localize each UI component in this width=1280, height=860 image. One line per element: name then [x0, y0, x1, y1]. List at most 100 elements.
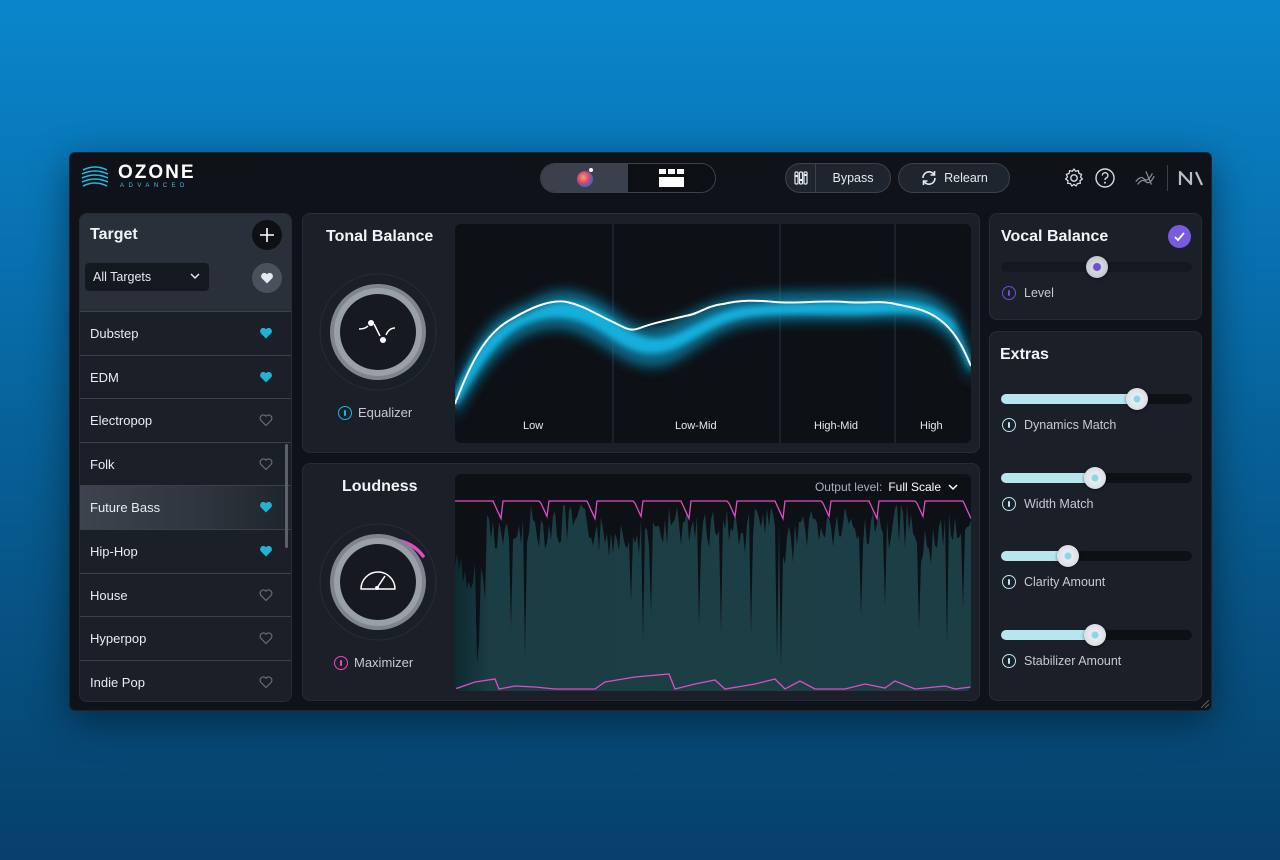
faders-icon [793, 171, 808, 185]
favorite-heart-outline-icon[interactable] [259, 675, 273, 689]
target-item[interactable]: Hyperpop [80, 617, 291, 661]
target-title: Target [90, 226, 138, 243]
vocal-balance-title: Vocal Balance [1001, 228, 1109, 245]
target-item[interactable]: Folk [80, 442, 291, 487]
favorite-heart-outline-icon[interactable] [259, 457, 273, 471]
favorite-heart-filled-icon[interactable] [259, 544, 273, 558]
bypass-button[interactable]: Bypass [816, 171, 890, 185]
resize-grip-icon[interactable] [1201, 700, 1209, 708]
extras-slider-thumb[interactable] [1125, 388, 1148, 410]
extras-power-icon[interactable] [1002, 575, 1016, 589]
view-toggle [540, 163, 716, 193]
target-item-label: House [90, 587, 128, 603]
favorite-heart-filled-icon[interactable] [259, 326, 273, 340]
equalizer-knob[interactable] [318, 272, 438, 392]
vocal-balance-enable-checkbox[interactable] [1168, 225, 1191, 248]
extras-slider-thumb[interactable] [1056, 545, 1079, 567]
assistant-view-button[interactable] [541, 164, 628, 192]
extras-slider[interactable] [1001, 623, 1192, 646]
settings-gear-icon[interactable] [1062, 166, 1086, 190]
extras-slider-thumb[interactable] [1083, 466, 1106, 489]
maximizer-toggle[interactable]: Maximizer [334, 655, 413, 670]
vocal-level-label: Level [1024, 286, 1054, 300]
ni-logo-icon[interactable] [1176, 166, 1206, 190]
output-level-dropdown[interactable]: Output level: Full Scale [815, 480, 959, 494]
favorite-heart-outline-icon[interactable] [259, 631, 273, 645]
extras-power-icon[interactable] [1002, 653, 1016, 668]
plus-icon [260, 228, 274, 242]
target-item-label: Dubstep [90, 326, 139, 341]
help-icon[interactable] [1093, 166, 1117, 190]
target-item[interactable]: House [80, 573, 291, 618]
heart-icon [261, 272, 273, 284]
target-item[interactable]: Future Bass [80, 486, 291, 530]
gain-match-button[interactable] [786, 164, 816, 192]
vocal-level-power-icon[interactable] [1002, 286, 1016, 300]
target-item-label: Hip-Hop [90, 543, 138, 559]
izotope-logo-icon[interactable] [1133, 166, 1157, 190]
extras-power-icon[interactable] [1002, 496, 1016, 511]
output-level-label: Output level: [814, 480, 883, 494]
extras-slider-fill [1001, 472, 1095, 483]
app-name: OZONE [118, 162, 196, 183]
target-item[interactable]: EDM [80, 355, 291, 400]
extras-slider-fill [1001, 394, 1137, 404]
chevron-down-icon [948, 484, 958, 491]
bypass-group: Bypass [785, 163, 891, 193]
chevron-down-icon [190, 273, 200, 280]
extras-power-icon[interactable] [1002, 418, 1016, 432]
equalizer-power-icon [338, 405, 352, 420]
band-label-low: Low [523, 420, 544, 432]
extras-panel: Extras Dynamics Match Width Match Clarity … [989, 331, 1202, 701]
vocal-level-thumb[interactable] [1085, 256, 1108, 278]
extras-slider[interactable] [1001, 545, 1192, 567]
favorites-filter-button[interactable] [252, 263, 282, 293]
extras-slider[interactable] [1001, 466, 1192, 489]
loudness-graph: Output level: Full Scale [455, 474, 971, 691]
favorite-heart-filled-icon[interactable] [259, 500, 273, 514]
app-edition: ADVANCED [120, 183, 189, 189]
extras-slider-label: Clarity Amount [1024, 575, 1106, 589]
target-filter-dropdown[interactable]: All Targets [85, 263, 209, 291]
favorite-heart-outline-icon[interactable] [259, 588, 273, 602]
refresh-icon [922, 171, 936, 185]
target-panel: Target All Targets Dubstep EDM Electropop F… [79, 213, 292, 702]
loudness-waveform [455, 504, 971, 691]
target-item-label: Folk [90, 456, 115, 472]
target-item-label: Electropop [90, 413, 153, 429]
extras-slider-thumb[interactable] [1083, 623, 1106, 646]
band-label-high: High [920, 420, 943, 432]
add-target-button[interactable] [252, 220, 282, 250]
relearn-label: Relearn [944, 171, 988, 185]
target-header: Target [80, 214, 291, 258]
target-item[interactable]: Hip-Hop [80, 529, 291, 574]
modules-grid-icon [658, 169, 684, 187]
tonal-balance-panel: Tonal Balance Equalizer Low Low-Mid High… [302, 213, 980, 453]
target-list: Dubstep EDM Electropop Folk Future Bass Hip-H… [80, 312, 291, 701]
target-item-label: EDM [90, 369, 119, 385]
modules-view-button[interactable] [628, 164, 715, 192]
extras-slider-fill [1001, 629, 1095, 640]
tonal-balance-title: Tonal Balance [326, 228, 434, 245]
extras-slider-label: Width Match [1024, 496, 1094, 511]
extras-slider-caption: Clarity Amount [1002, 575, 1105, 589]
vocal-level-slider[interactable] [1001, 256, 1192, 278]
vocal-balance-panel: Vocal Balance Level [989, 213, 1202, 320]
target-item[interactable]: Indie Pop [80, 660, 291, 701]
loudness-title: Loudness [342, 478, 418, 495]
favorite-heart-outline-icon[interactable] [259, 413, 273, 427]
extras-slider-caption: Dynamics Match [1002, 418, 1116, 432]
target-item[interactable]: Electropop [80, 399, 291, 443]
maximizer-power-icon [334, 655, 348, 670]
extras-slider[interactable] [1001, 388, 1192, 410]
target-filter-row: All Targets [80, 258, 291, 312]
relearn-button[interactable]: Relearn [898, 163, 1010, 193]
extras-slider-caption: Width Match [1002, 496, 1094, 511]
maximizer-knob[interactable] [318, 522, 438, 642]
target-item[interactable]: Dubstep [80, 312, 291, 356]
extras-slider-label: Stabilizer Amount [1024, 653, 1122, 668]
extras-slider-label: Dynamics Match [1024, 418, 1117, 432]
favorite-heart-filled-icon[interactable] [259, 370, 273, 384]
target-list-scrollbar[interactable] [285, 444, 288, 548]
equalizer-toggle[interactable]: Equalizer [338, 405, 412, 420]
